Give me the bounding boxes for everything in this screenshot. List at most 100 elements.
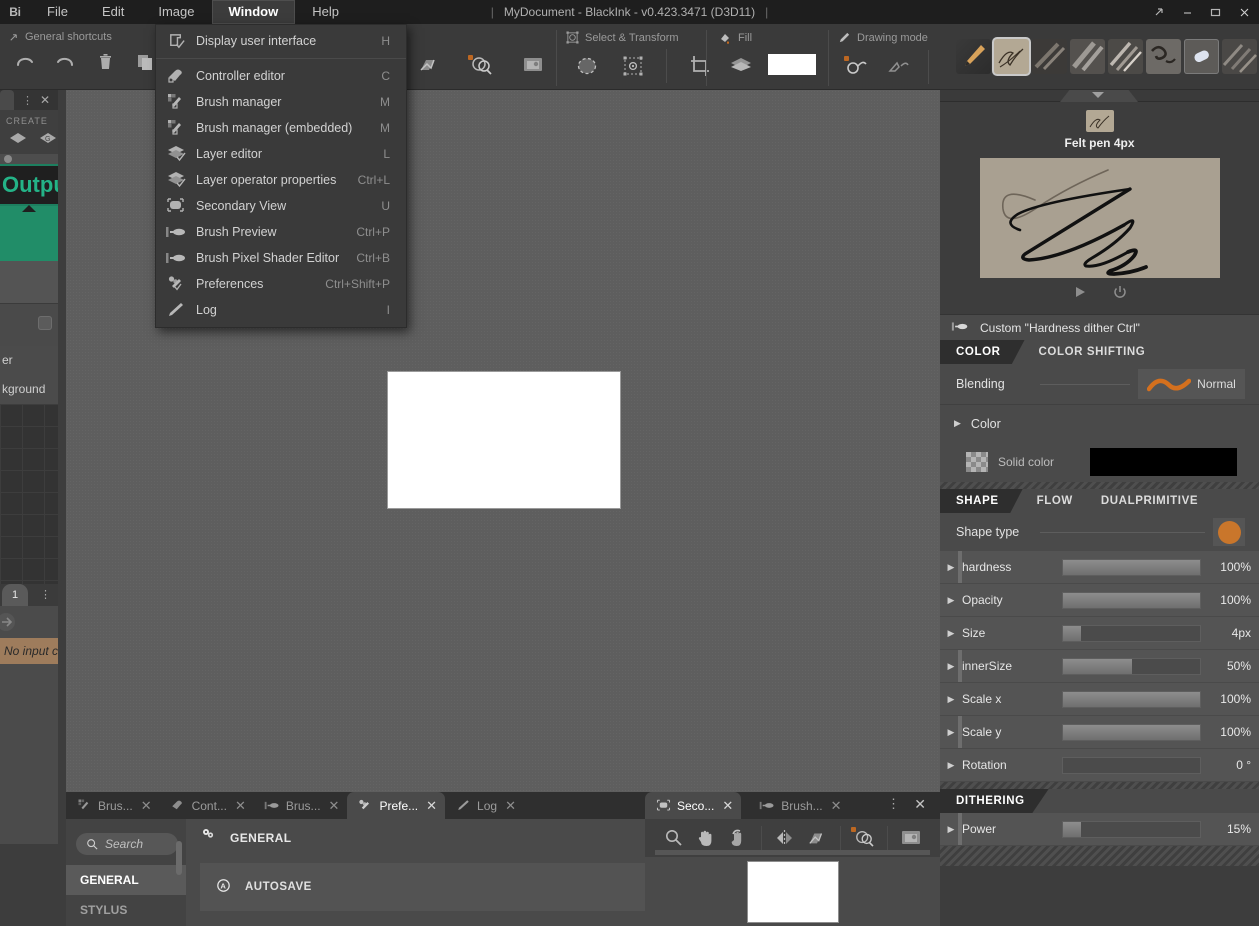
brush-swatch-ink-brush[interactable] <box>1146 39 1181 74</box>
lasso-select-icon[interactable] <box>574 53 600 79</box>
close-icon[interactable]: ✕ <box>426 798 437 814</box>
left-panel-tab[interactable] <box>0 90 14 110</box>
tab-dithering[interactable]: DITHERING <box>940 789 1049 813</box>
brush-swatch-blur-brush[interactable] <box>1070 39 1105 74</box>
caret-right-icon[interactable]: ▶ <box>940 595 962 606</box>
menu-item-layer-operator-properties[interactable]: Layer operator properties Ctrl+L <box>156 167 406 193</box>
close-icon[interactable]: ✕ <box>329 798 340 814</box>
caret-right-icon[interactable]: ▶ <box>940 760 962 771</box>
menu-window[interactable]: Window <box>212 0 296 24</box>
crop-icon[interactable] <box>687 53 713 79</box>
close-icon[interactable]: ✕ <box>914 796 926 813</box>
menu-item-brush-manager[interactable]: Brush manager M <box>156 89 406 115</box>
menu-item-display-user-interface[interactable]: Display user interface H <box>156 28 406 54</box>
shape-type-button[interactable] <box>1213 518 1245 546</box>
left-panel-tab2[interactable]: 1 ⋮ <box>0 584 58 606</box>
pref-nav-stylus[interactable]: STYLUS <box>66 895 186 925</box>
line-icon[interactable] <box>886 54 912 80</box>
fill-color-swatch[interactable] <box>768 54 816 75</box>
dock-tab-brush-manager[interactable]: Brus... ✕ <box>66 792 160 819</box>
param-power[interactable]: ▶ Power 15% <box>940 813 1259 846</box>
param-slider[interactable] <box>1062 724 1201 741</box>
menu-image[interactable]: Image <box>141 0 211 24</box>
left-panel-tab-number[interactable]: 1 <box>2 584 28 606</box>
secondary-view-document[interactable] <box>748 862 838 922</box>
param-slider[interactable] <box>1062 559 1201 576</box>
more-vertical-icon[interactable]: ⋮ <box>887 796 900 812</box>
canvas-document[interactable] <box>388 372 620 508</box>
close-icon[interactable]: ✕ <box>141 798 152 814</box>
power-icon[interactable] <box>1112 284 1128 303</box>
restore-down-icon[interactable] <box>1145 0 1173 24</box>
close-icon[interactable]: ✕ <box>831 798 842 814</box>
param-slider[interactable] <box>1062 592 1201 609</box>
brush-swatch-soft-smudge[interactable] <box>1032 39 1067 74</box>
brush-swatch-texture-brush[interactable] <box>1108 39 1143 74</box>
brush-swatch-hatch-brush[interactable] <box>1222 39 1257 74</box>
fill-layers-icon[interactable] <box>728 51 754 77</box>
transform-icon[interactable] <box>620 53 646 79</box>
menu-item-preferences[interactable]: Preferences Ctrl+Shift+P <box>156 271 406 297</box>
secondary-view-scrollbar[interactable] <box>655 850 930 855</box>
param-slider[interactable] <box>1062 658 1201 675</box>
caret-right-icon[interactable]: ▶ <box>954 418 961 429</box>
flip-icon[interactable] <box>416 52 442 78</box>
more-vertical-icon[interactable]: ⋮ <box>40 588 51 601</box>
close-icon[interactable] <box>1229 0 1259 24</box>
group-layer-icon[interactable]: G <box>38 131 58 148</box>
zoom-reset-icon[interactable] <box>468 52 494 78</box>
menu-edit[interactable]: Edit <box>85 0 141 24</box>
sidebar-scrollbar[interactable] <box>176 841 182 875</box>
output-layer-color[interactable] <box>0 206 58 261</box>
trash-icon[interactable] <box>92 49 118 75</box>
tab-flow[interactable]: FLOW <box>1023 489 1087 513</box>
minimize-icon[interactable] <box>1173 0 1201 24</box>
blending-mode-button[interactable]: Normal <box>1138 369 1245 399</box>
search-input[interactable]: Search <box>76 833 178 855</box>
left-panel-grid[interactable] <box>0 404 58 584</box>
param-slider[interactable] <box>1062 821 1201 838</box>
dock-tab-controller[interactable]: Cont... ✕ <box>160 792 254 819</box>
param-slider[interactable] <box>1062 691 1201 708</box>
brush-swatch-felt-pen[interactable] <box>994 39 1029 74</box>
menu-item-secondary-view[interactable]: Secondary View U <box>156 193 406 219</box>
tab-dualprimitive[interactable]: DUALPRIMITIVE <box>1087 489 1212 513</box>
close-icon[interactable]: ✕ <box>722 798 733 814</box>
param-slider[interactable] <box>1062 625 1201 642</box>
param-innersize[interactable]: ▶ innerSize 50% <box>940 650 1259 683</box>
more-vertical-icon[interactable]: ⋮ <box>22 94 33 107</box>
freehand-icon[interactable] <box>844 54 870 80</box>
pref-nav-general[interactable]: GENERAL <box>66 865 186 895</box>
solid-color-swatch[interactable] <box>1090 448 1237 476</box>
param-scale-x[interactable]: ▶ Scale x 100% <box>940 683 1259 716</box>
flip-vertical-icon[interactable] <box>802 823 832 853</box>
left-panel-row[interactable] <box>0 303 58 346</box>
dock-tab-brush[interactable]: Brush... ✕ <box>749 792 849 819</box>
tab-color[interactable]: COLOR <box>940 340 1025 364</box>
menu-item-brush-preview[interactable]: Brush Preview Ctrl+P <box>156 219 406 245</box>
brush-preview-image[interactable] <box>980 158 1220 278</box>
menu-item-layer-editor[interactable]: Layer editor L <box>156 141 406 167</box>
pan-hand-icon[interactable] <box>691 823 721 853</box>
dock-tab-secondary-view[interactable]: Seco... ✕ <box>645 792 741 819</box>
zoom-icon[interactable] <box>659 823 689 853</box>
menu-item-brush-pixel-shader-editor[interactable]: Brush Pixel Shader Editor Ctrl+B <box>156 245 406 271</box>
dock-tab-brush-preview[interactable]: Brus... ✕ <box>254 792 348 819</box>
param-rotation[interactable]: ▶ Rotation 0 ° <box>940 749 1259 782</box>
left-panel-arrow-row[interactable] <box>0 606 58 638</box>
menu-file[interactable]: File <box>30 0 85 24</box>
dock-tab-log[interactable]: Log ✕ <box>445 792 524 819</box>
menu-item-log[interactable]: Log I <box>156 297 406 323</box>
layers-icon[interactable] <box>8 131 28 148</box>
secondary-view-canvas[interactable] <box>645 857 940 926</box>
menu-item-brush-manager-embedded[interactable]: Brush manager (embedded) M <box>156 115 406 141</box>
brush-swatch-eraser[interactable] <box>1184 39 1219 74</box>
redo-icon[interactable] <box>52 49 78 75</box>
play-icon[interactable] <box>1072 284 1088 303</box>
tab-shape[interactable]: SHAPE <box>940 489 1023 513</box>
tab-color-shifting[interactable]: COLOR SHIFTING <box>1025 340 1160 364</box>
menu-item-controller-editor[interactable]: Controller editor C <box>156 63 406 89</box>
close-icon[interactable]: ✕ <box>505 798 516 814</box>
zoom-reset-icon[interactable] <box>849 823 879 853</box>
close-icon[interactable]: ✕ <box>235 798 246 814</box>
